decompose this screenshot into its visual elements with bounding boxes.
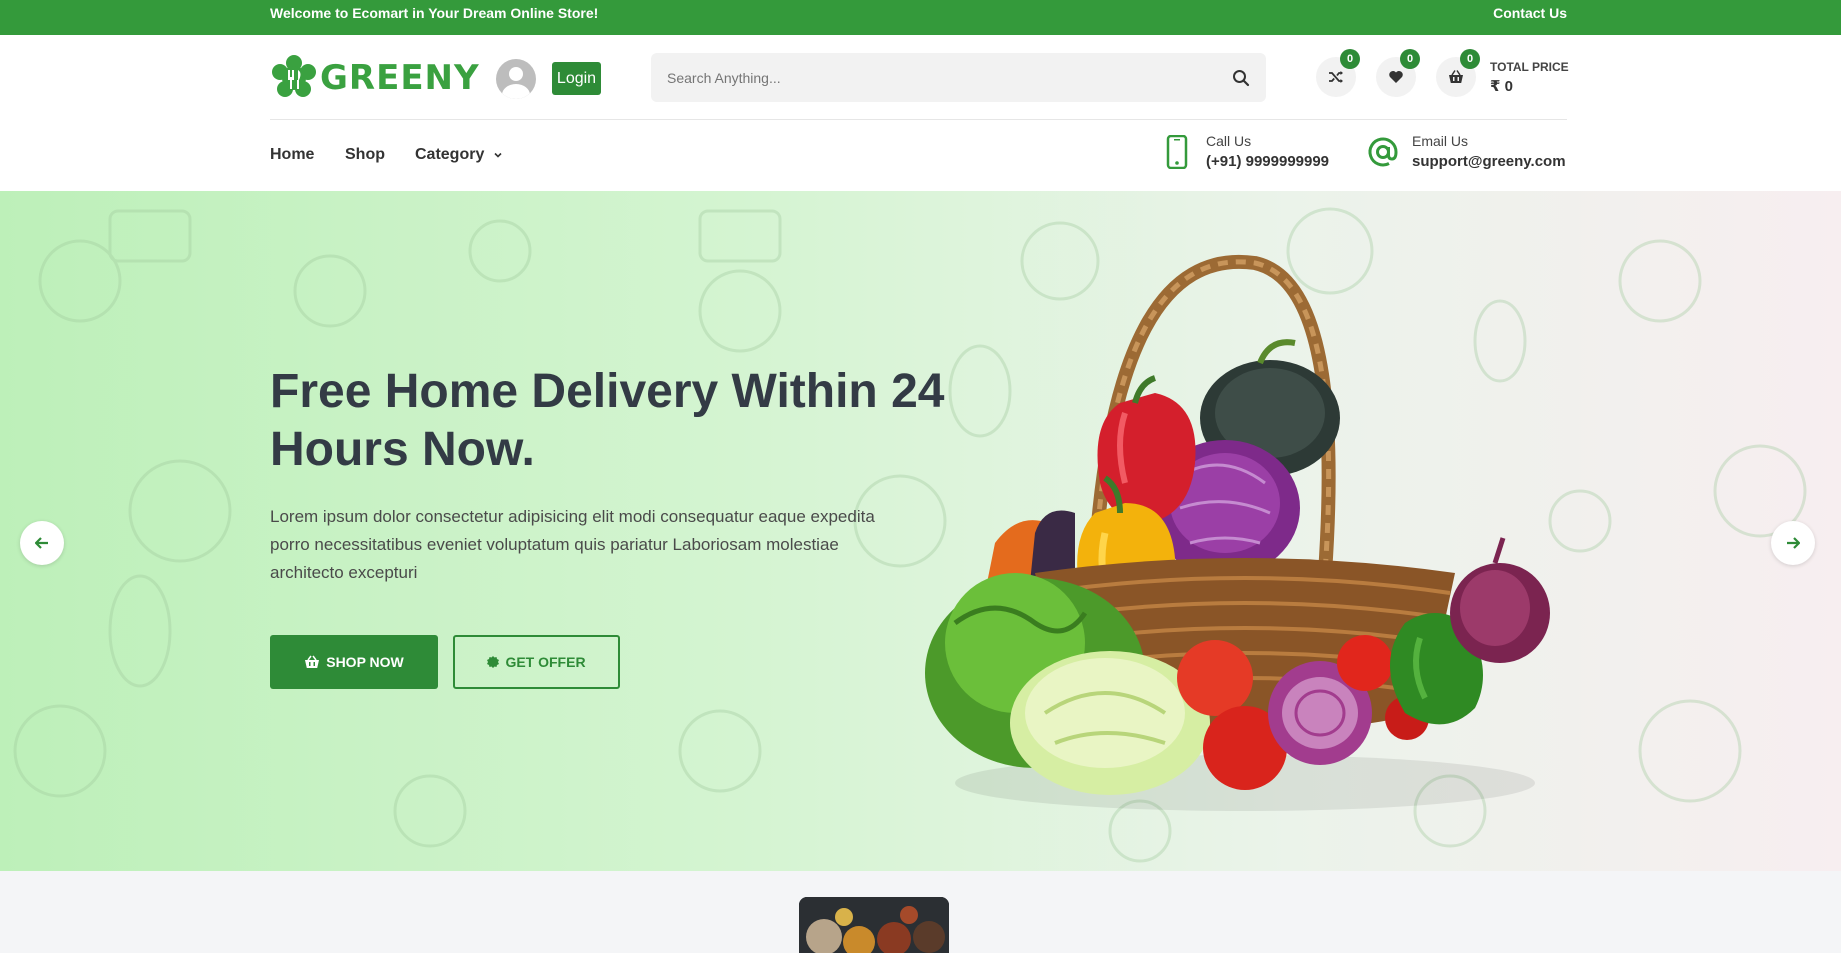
nav-home[interactable]: Home [270,146,314,164]
user-icon [502,67,530,99]
arrow-right-icon [1787,537,1800,549]
total-price-label: TOTAL PRICE [1490,60,1569,74]
top-bar: Welcome to Ecomart in Your Dream Online … [0,0,1841,35]
category-section [0,871,1841,953]
email-address: support@greeny.com [1412,153,1566,170]
basket-icon [1449,70,1463,83]
cart-count-badge: 0 [1460,49,1480,69]
cart-button[interactable]: 0 [1436,49,1480,97]
header: GREENY Login 0 0 0 [0,35,1841,120]
hero-banner: Free Home Delivery Within 24 Hours Now. … [0,191,1841,871]
get-offer-button[interactable]: GET OFFER [453,635,620,689]
heart-icon [1389,71,1403,83]
vegetable-basket-image [925,254,1550,811]
email-us-block[interactable]: Email Us support@greeny.com [1366,133,1566,170]
phone-icon [1160,134,1194,169]
search-input[interactable] [667,53,1207,102]
call-us-block[interactable]: Call Us (+91) 9999999999 [1160,133,1329,170]
shuffle-icon [1329,71,1343,83]
search-bar [651,53,1266,102]
shop-now-label: SHOP NOW [326,654,404,670]
badge-percent-icon [487,656,500,668]
welcome-message: Welcome to Ecomart in Your Dream Online … [270,5,599,21]
login-button[interactable]: Login [552,62,601,95]
avatar[interactable] [496,59,536,99]
slider-prev-button[interactable] [20,521,64,565]
at-icon [1366,135,1400,169]
wishlist-count-badge: 0 [1400,49,1420,69]
arrow-left-icon [35,537,48,549]
call-us-label: Call Us [1206,133,1252,149]
nav-category-label: Category [415,146,485,163]
compare-button[interactable]: 0 [1316,49,1360,97]
compare-count-badge: 0 [1340,49,1360,69]
hero-title: Free Home Delivery Within 24 Hours Now. [270,365,945,476]
search-icon[interactable] [1232,69,1250,87]
hero-description: Lorem ipsum dolor consectetur adipisicin… [270,507,875,582]
logo-text: GREENY [320,58,480,98]
phone-number: (+91) 9999999999 [1206,153,1330,170]
total-price: TOTAL PRICE ₹ 0 [1490,60,1569,95]
basket-icon [305,655,320,668]
email-us-label: Email Us [1412,133,1469,149]
main-nav: Home Shop Category Call Us (+91) 9999999… [0,120,1841,190]
total-price-value: ₹ 0 [1490,78,1513,95]
category-thumbnail-image[interactable] [799,897,949,953]
nav-shop[interactable]: Shop [345,146,385,164]
get-offer-label: GET OFFER [505,654,586,670]
chevron-down-icon [494,152,502,158]
shop-now-button[interactable]: SHOP NOW [270,635,438,689]
logo-icon [272,55,316,97]
slider-next-button[interactable] [1771,521,1815,565]
logo[interactable]: GREENY [270,54,480,102]
contact-us-link[interactable]: Contact Us [1490,5,1567,21]
spices-image [799,897,949,953]
wishlist-button[interactable]: 0 [1376,49,1420,97]
nav-category[interactable]: Category [415,146,503,164]
